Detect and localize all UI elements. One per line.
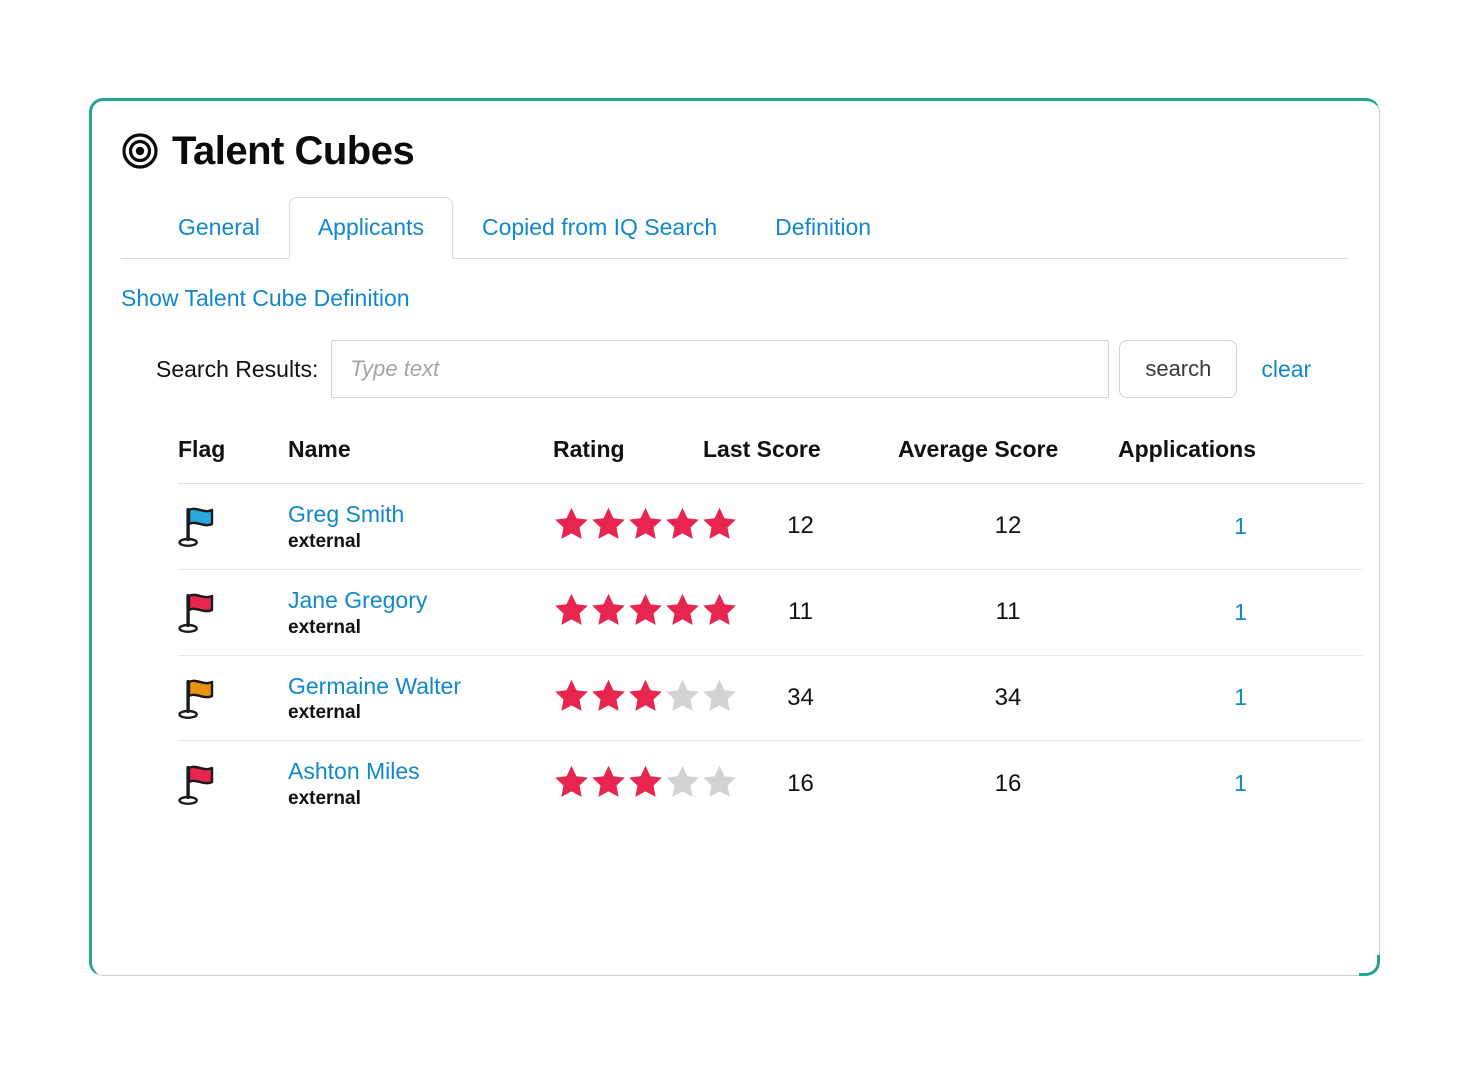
rating-stars[interactable] <box>553 677 738 714</box>
star-filled-icon <box>629 765 662 797</box>
page-title: Talent Cubes <box>172 129 415 173</box>
search-button[interactable]: search <box>1119 340 1238 398</box>
cell-flag <box>178 483 288 570</box>
column-header-applications: Applications <box>1118 430 1363 484</box>
cell-name: Germaine Walter external <box>288 655 553 742</box>
applicant-name-link[interactable]: Greg Smith <box>288 500 553 529</box>
table-row: Greg Smith external 12 12 1 <box>178 483 1363 570</box>
star-filled-icon <box>592 679 625 711</box>
star-empty-icon <box>703 679 736 711</box>
applicant-name-link[interactable]: Jane Gregory <box>288 586 553 615</box>
star-empty-icon <box>703 765 736 797</box>
cell-applications: 1 <box>1118 483 1363 570</box>
table-header: Flag Name Rating Last Score Average Scor… <box>178 430 1363 484</box>
star-filled-icon <box>555 508 588 540</box>
search-results-label: Search Results: <box>156 355 319 382</box>
star-filled-icon <box>629 679 662 711</box>
star-empty-icon <box>666 679 699 711</box>
cell-rating <box>553 569 736 656</box>
rating-stars[interactable] <box>553 505 738 542</box>
cell-name: Jane Gregory external <box>288 569 553 656</box>
applicant-source-label: external <box>288 530 361 552</box>
cell-rating <box>553 741 736 826</box>
flag-icon-red <box>178 765 214 805</box>
cell-rating <box>553 483 736 570</box>
table-row: Jane Gregory external 11 11 1 <box>178 569 1363 656</box>
star-filled-icon <box>555 765 588 797</box>
flag-icon-red <box>178 593 214 634</box>
cell-rating <box>553 655 736 742</box>
cell-applications: 1 <box>1118 741 1363 826</box>
rating-stars[interactable] <box>553 591 738 628</box>
cell-average-score: 12 <box>898 483 1118 570</box>
applicants-table: Flag Name Rating Last Score Average Scor… <box>178 430 1363 826</box>
rating-stars[interactable] <box>553 763 738 800</box>
star-filled-icon <box>703 593 736 626</box>
search-input[interactable] <box>331 340 1110 398</box>
table-header-row: Flag Name Rating Last Score Average Scor… <box>178 430 1363 484</box>
tab-definition[interactable]: Definition <box>746 197 900 259</box>
column-header-flag: Flag <box>178 430 288 484</box>
star-filled-icon <box>555 593 588 626</box>
star-filled-icon <box>666 508 699 540</box>
applications-count-link[interactable]: 1 <box>1234 770 1247 796</box>
cell-flag <box>178 655 288 742</box>
cell-average-score: 16 <box>994 769 1022 797</box>
tab-general[interactable]: General <box>149 197 289 259</box>
tab-copied-from-iq-search[interactable]: Copied from IQ Search <box>453 197 746 259</box>
table-row: Ashton Miles external 16 16 1 <box>178 741 1363 826</box>
cell-average-score: 34 <box>898 655 1118 742</box>
cell-flag <box>178 741 288 826</box>
table-row: Germaine Walter external 34 34 1 <box>178 655 1363 742</box>
star-filled-icon <box>592 765 625 797</box>
star-filled-icon <box>555 679 588 711</box>
page-header: Talent Cubes <box>122 131 1349 171</box>
column-header-average-score: Average Score <box>898 430 1118 484</box>
target-icon <box>122 133 158 169</box>
tab-applicants[interactable]: Applicants <box>288 197 453 259</box>
applications-count-link[interactable]: 1 <box>1234 513 1247 539</box>
talent-cubes-card: Talent Cubes General Applicants Copied f… <box>89 98 1380 976</box>
show-talent-cube-definition-link[interactable]: Show Talent Cube Definition <box>121 285 410 312</box>
cell-name: Ashton Miles external <box>288 741 553 826</box>
column-header-name: Name <box>288 430 553 484</box>
cell-average-score: 11 <box>898 569 1118 656</box>
applications-count-link[interactable]: 1 <box>1234 599 1247 625</box>
tab-bar: General Applicants Copied from IQ Search… <box>121 193 1348 259</box>
star-empty-icon <box>666 765 699 797</box>
applicant-name-link[interactable]: Ashton Miles <box>288 757 553 786</box>
applicant-name-link[interactable]: Germaine Walter <box>288 672 553 701</box>
column-header-rating: Rating <box>553 430 703 484</box>
flag-icon-orange <box>178 679 214 719</box>
applicant-source-label: external <box>288 616 361 638</box>
star-filled-icon <box>666 593 699 626</box>
clear-link[interactable]: clear <box>1261 356 1311 383</box>
applications-count-link[interactable]: 1 <box>1234 684 1247 710</box>
star-filled-icon <box>629 508 662 540</box>
cell-applications: 1 <box>1118 569 1363 656</box>
applicant-source-label: external <box>288 788 361 809</box>
cell-name: Greg Smith external <box>288 483 553 570</box>
star-filled-icon <box>592 508 625 540</box>
star-filled-icon <box>703 508 736 540</box>
cell-applications: 1 <box>1118 655 1363 742</box>
cell-flag <box>178 569 288 656</box>
search-row: Search Results: search clear <box>156 340 1349 398</box>
star-filled-icon <box>592 593 625 626</box>
flag-icon-blue <box>178 508 214 548</box>
applicant-source-label: external <box>288 702 361 724</box>
column-header-last-score: Last Score <box>703 430 898 484</box>
star-filled-icon <box>629 593 662 626</box>
table-body: Greg Smith external 12 12 1 Jane Gregory exter… <box>178 483 1363 827</box>
